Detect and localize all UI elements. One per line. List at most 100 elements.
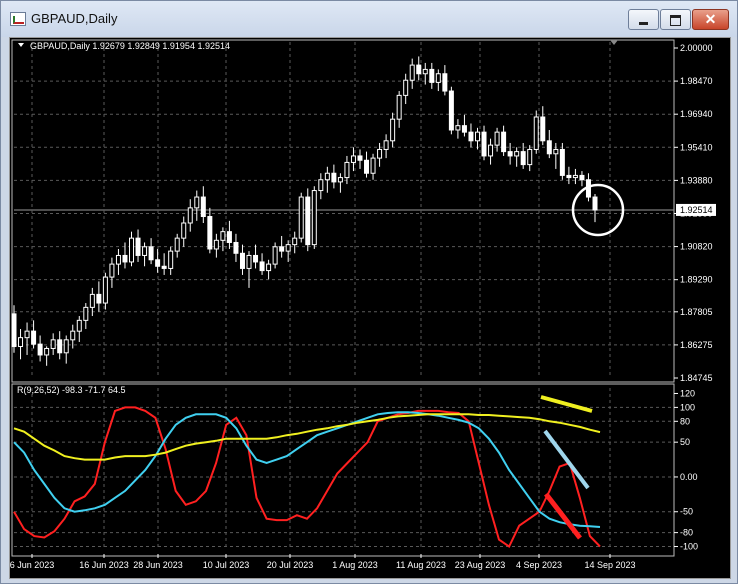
candle-body (168, 250, 174, 269)
candle-body (292, 237, 298, 246)
candle (168, 246, 174, 275)
indicator-line-cyan (13, 411, 601, 528)
time-tick-label: 23 Aug 2023 (455, 560, 506, 570)
candle-body (44, 347, 50, 356)
candle-body (383, 140, 389, 150)
time-tick-label: 10 Jul 2023 (203, 560, 250, 570)
candle-body (50, 339, 56, 349)
candle (337, 173, 343, 193)
cyan-slope-marker (543, 429, 590, 490)
candle-body (370, 157, 376, 174)
close-icon: ✕ (704, 11, 717, 27)
main-pane-border (11, 39, 675, 383)
candle (239, 244, 245, 275)
candle-body (377, 148, 383, 159)
candle (266, 259, 272, 280)
red-slope-marker (544, 492, 582, 540)
price-tick-label: 1.89290 (680, 275, 713, 285)
candle (129, 231, 135, 267)
candle (142, 242, 148, 267)
candle-body (24, 330, 30, 339)
candle (148, 238, 154, 265)
time-tick-label: 1 Aug 2023 (332, 560, 378, 570)
candle-body (18, 337, 24, 348)
candle (57, 331, 63, 360)
candle (396, 91, 402, 128)
candle (246, 251, 252, 288)
candle (226, 220, 232, 249)
candle-body (520, 151, 526, 166)
time-tick-label: 20 Jul 2023 (267, 560, 314, 570)
candle (592, 194, 598, 223)
title-bar[interactable]: GBPAUD,Daily ✕ (1, 1, 737, 37)
candle-body (37, 343, 43, 356)
candle-body (279, 246, 285, 252)
candle (181, 216, 187, 247)
candle (155, 248, 161, 273)
candle (416, 56, 422, 81)
chart-area[interactable]: 2.000001.984701.969401.954101.938801.923… (9, 37, 731, 579)
candle (220, 227, 226, 252)
maximize-button[interactable] (660, 9, 691, 30)
time-tick-label: 6 Jun 2023 (10, 560, 54, 570)
candle-body (187, 207, 193, 224)
candle-body (559, 148, 565, 176)
candle-body (474, 131, 480, 142)
candle-body (527, 148, 533, 166)
price-axis: 2.000001.984701.969401.954101.938801.923… (674, 43, 716, 383)
candle-body (311, 190, 317, 246)
candle-body (161, 265, 167, 269)
window-title: GBPAUD,Daily (31, 11, 118, 26)
candle-body (540, 116, 546, 142)
candle (259, 253, 265, 275)
candle-body (494, 131, 500, 146)
close-button[interactable]: ✕ (692, 9, 729, 30)
candle (527, 145, 533, 172)
candle (298, 192, 304, 243)
candle-body (148, 246, 154, 261)
price-chart[interactable]: 2.000001.984701.969401.954101.938801.923… (10, 38, 730, 578)
candle-body (63, 339, 69, 354)
candle-body (70, 330, 76, 341)
candle (207, 207, 213, 254)
candle (331, 164, 337, 189)
candle-body (31, 330, 37, 345)
candle-body (442, 73, 448, 92)
candle (377, 142, 383, 167)
candle (455, 119, 461, 139)
candle (481, 125, 487, 161)
candle (533, 110, 539, 154)
candle (448, 86, 454, 135)
candle-body (344, 161, 350, 179)
candle (364, 151, 370, 178)
candle-body (83, 306, 89, 321)
candle-body (194, 196, 200, 209)
time-tick-label: 14 Sep 2023 (584, 560, 635, 570)
time-tick-label: 11 Aug 2023 (396, 560, 446, 570)
indicator-tick-label: 120 (680, 388, 695, 398)
candle (24, 322, 30, 355)
candle-body (488, 144, 494, 157)
chart-shift-icon (610, 40, 618, 45)
candle-body (422, 68, 428, 75)
candle (50, 333, 56, 355)
price-tick-label: 1.84745 (680, 373, 713, 383)
candle-body (57, 339, 63, 354)
minimize-button[interactable] (628, 9, 659, 30)
candle-body (109, 263, 115, 278)
indicator-tick-label: 50 (680, 437, 690, 447)
price-tick-label: 1.93880 (680, 175, 713, 185)
candle-body (200, 196, 206, 218)
candle (429, 62, 435, 89)
chart-window: GBPAUD,Daily ✕ 2.00000 1.98470 1.96940 1.95… (0, 0, 738, 584)
price-tick-label: 1.98470 (680, 76, 713, 86)
candle (474, 127, 480, 150)
candle-body (102, 276, 108, 304)
candle (461, 114, 467, 137)
candle-body (429, 68, 435, 83)
candle-body (416, 64, 422, 75)
candle-body (409, 64, 415, 81)
candle (357, 149, 363, 169)
candle (514, 147, 520, 167)
candle (324, 166, 330, 193)
